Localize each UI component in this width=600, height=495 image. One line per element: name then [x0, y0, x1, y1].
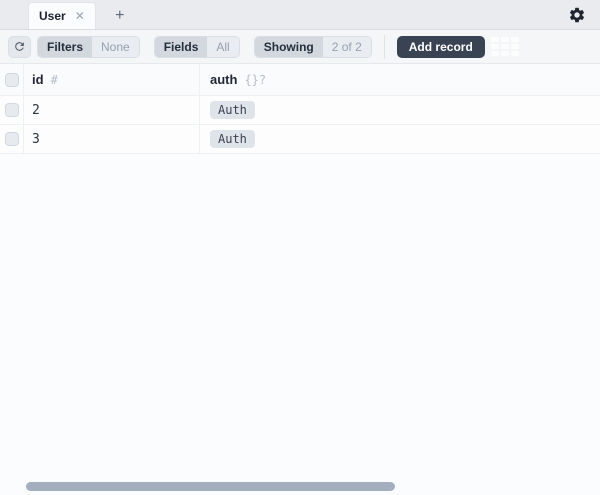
int-type-icon: # — [51, 73, 58, 87]
refresh-button[interactable] — [8, 36, 31, 58]
row-checkbox-cell — [0, 96, 24, 124]
auth-cell[interactable]: Auth — [200, 125, 600, 153]
header-checkbox-cell — [0, 64, 24, 95]
table-row[interactable]: 2 Auth — [0, 96, 600, 125]
tab-user[interactable]: User ✕ — [28, 2, 96, 29]
fields-label: Fields — [155, 37, 208, 57]
showing-label: Showing — [255, 37, 323, 57]
table-row[interactable]: 3 Auth — [0, 125, 600, 154]
id-cell[interactable]: 2 — [24, 96, 200, 124]
id-cell[interactable]: 3 — [24, 125, 200, 153]
gear-icon — [568, 6, 586, 24]
object-optional-type-icon: {}? — [244, 73, 266, 87]
row-checkbox[interactable] — [5, 103, 19, 117]
tab-user-label: User — [39, 9, 66, 23]
auth-relation-badge[interactable]: Auth — [210, 101, 255, 119]
auth-cell[interactable]: Auth — [200, 96, 600, 124]
filters-value: None — [92, 37, 139, 57]
column-name: auth — [210, 72, 237, 87]
filters-control[interactable]: Filters None — [37, 36, 140, 58]
refresh-icon — [13, 40, 26, 53]
app-window: User ✕ + Filters None Fields All Showing… — [0, 0, 600, 495]
id-value: 3 — [32, 132, 40, 147]
plus-icon: + — [115, 7, 124, 25]
ghost-table-grid-icon — [491, 37, 519, 56]
settings-button[interactable] — [568, 6, 586, 24]
select-all-checkbox[interactable] — [5, 73, 19, 87]
fields-value: All — [207, 37, 238, 57]
fields-control[interactable]: Fields All — [154, 36, 240, 58]
table-body: 2 Auth 3 Auth — [0, 96, 600, 154]
id-value: 2 — [32, 103, 40, 118]
add-record-button[interactable]: Add record — [397, 36, 485, 58]
data-grid: id # auth {}? 2 Auth 3 — [0, 64, 600, 154]
row-checkbox-cell — [0, 125, 24, 153]
showing-control[interactable]: Showing 2 of 2 — [254, 36, 372, 58]
horizontal-scrollbar-thumb[interactable] — [26, 482, 395, 491]
close-icon[interactable]: ✕ — [75, 10, 85, 22]
column-header-auth[interactable]: auth {}? — [200, 64, 600, 95]
new-tab-button[interactable]: + — [108, 2, 132, 29]
row-checkbox[interactable] — [5, 132, 19, 146]
tab-bar: User ✕ + — [0, 0, 600, 30]
auth-relation-badge[interactable]: Auth — [210, 130, 255, 148]
column-header-id[interactable]: id # — [24, 64, 200, 95]
filters-label: Filters — [38, 37, 92, 57]
column-name: id — [32, 72, 44, 87]
toolbar-divider — [384, 35, 385, 59]
showing-count: 2 of 2 — [323, 37, 371, 57]
table-header-row: id # auth {}? — [0, 64, 600, 96]
toolbar: Filters None Fields All Showing 2 of 2 A… — [0, 30, 600, 64]
